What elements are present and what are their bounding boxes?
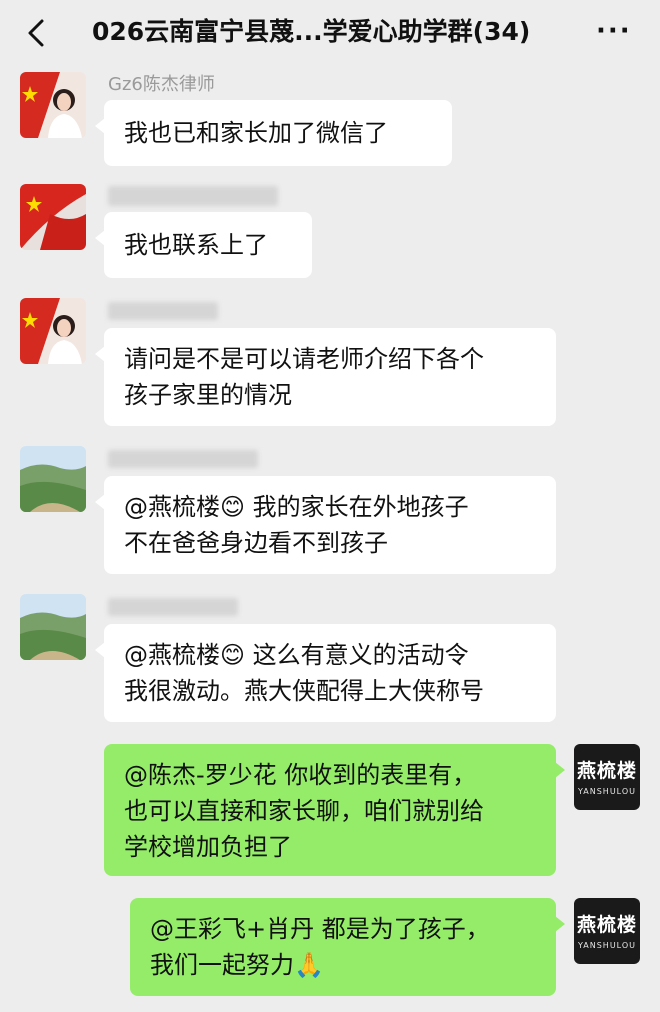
message-text: @燕梳楼😊 我的家长在外地孩子 xyxy=(124,493,469,521)
avatar-logo-subtext: YANSHULOU xyxy=(578,787,636,796)
avatar[interactable] xyxy=(20,298,86,364)
avatar[interactable] xyxy=(20,594,86,660)
message-text: 我也联系上了 xyxy=(124,231,268,259)
message-bubble-self[interactable]: @陈杰-罗少花 你收到的表里有， 也可以直接和家长聊，咱们就别给 学校增加负担了 xyxy=(104,744,565,876)
back-chevron-icon[interactable] xyxy=(22,18,52,48)
avatar-logo-text: 燕梳楼 xyxy=(576,760,637,782)
avatar-logo-subtext: YANSHULOU xyxy=(578,941,636,950)
message-text: @王彩飞+肖丹 都是为了孩子， xyxy=(150,915,490,943)
sender-name-redacted xyxy=(108,302,218,320)
message-bubble[interactable]: 我也已和家长加了微信了 xyxy=(95,100,452,166)
message-bubble-self[interactable]: @王彩飞+肖丹 都是为了孩子， 我们一起努力🙏 xyxy=(130,898,565,996)
message-text: @燕梳楼😊 这么有意义的活动令 xyxy=(124,641,469,669)
self-avatar[interactable]: 燕梳楼 YANSHULOU xyxy=(574,744,640,810)
chat-title: 026云南富宁县蔑...学爱心助学群(34) xyxy=(92,17,531,46)
sender-name-redacted xyxy=(108,598,238,616)
message-text: @陈杰-罗少花 你收到的表里有， xyxy=(124,761,477,789)
message-bubble[interactable]: 我也联系上了 xyxy=(95,212,312,278)
sender-name: Gz6陈杰律师 xyxy=(108,74,215,95)
avatar-logo-text: 燕梳楼 xyxy=(576,914,637,936)
message-text: 请问是不是可以请老师介绍下各个 xyxy=(124,345,484,373)
message-text: 学校增加负担了 xyxy=(124,833,292,861)
chat-header: 026云南富宁县蔑...学爱心助学群(34) ··· xyxy=(0,0,660,66)
message-text: 我们一起努力🙏 xyxy=(150,951,324,979)
message-text: 我也已和家长加了微信了 xyxy=(124,119,388,147)
message-bubble[interactable]: @燕梳楼😊 这么有意义的活动令 我很激动。燕大侠配得上大侠称号 xyxy=(95,624,556,722)
message-text: 我很激动。燕大侠配得上大侠称号 xyxy=(124,677,484,705)
message-text: 不在爸爸身边看不到孩子 xyxy=(124,529,388,557)
message-bubble[interactable]: @燕梳楼😊 我的家长在外地孩子 不在爸爸身边看不到孩子 xyxy=(95,476,556,574)
message-text: 也可以直接和家长聊，咱们就别给 xyxy=(124,797,484,825)
avatar[interactable] xyxy=(20,72,86,138)
sender-name-redacted xyxy=(108,186,278,206)
avatar[interactable] xyxy=(20,184,86,250)
more-dots-icon[interactable]: ··· xyxy=(596,18,636,48)
message-text: 孩子家里的情况 xyxy=(124,381,292,409)
sender-name-redacted xyxy=(108,450,258,468)
avatar[interactable] xyxy=(20,446,86,512)
message-bubble[interactable]: 请问是不是可以请老师介绍下各个 孩子家里的情况 xyxy=(95,328,556,426)
self-avatar[interactable]: 燕梳楼 YANSHULOU xyxy=(574,898,640,964)
